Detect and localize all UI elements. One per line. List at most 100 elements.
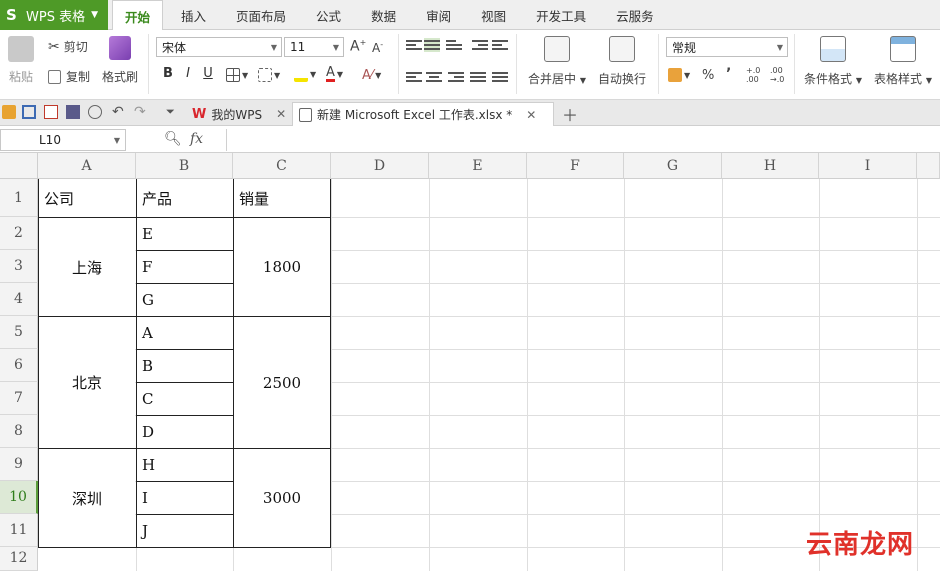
align-center-icon[interactable]	[426, 70, 442, 84]
cell-product[interactable]: I	[137, 482, 232, 514]
cell-product[interactable]: B	[137, 350, 232, 382]
align-middle-icon[interactable]	[424, 38, 440, 52]
close-icon[interactable]: ✕	[526, 108, 536, 122]
row-header-8[interactable]: 8	[0, 415, 38, 448]
number-format-select[interactable]: 常规 ▼	[666, 37, 788, 57]
distributed-icon[interactable]	[492, 70, 508, 84]
insert-function-button[interactable]: fx	[190, 131, 203, 147]
cell-company-shenzhen[interactable]: 深圳	[39, 449, 135, 547]
increase-font-button[interactable]: A+	[350, 38, 366, 55]
column-header-h[interactable]: H	[722, 153, 819, 179]
row-header-2[interactable]: 2	[0, 217, 38, 250]
column-header-c[interactable]: C	[233, 153, 331, 179]
decrease-indent-icon[interactable]	[472, 38, 488, 52]
row-header-11[interactable]: 11	[0, 514, 38, 547]
align-top-icon[interactable]	[406, 38, 422, 52]
tab-developer[interactable]: 开发工具	[524, 0, 598, 30]
print-preview-icon[interactable]	[88, 105, 102, 119]
cell-product[interactable]: E	[137, 218, 232, 250]
column-header-partial[interactable]	[917, 153, 940, 179]
copy-button[interactable]: 复制	[48, 68, 90, 85]
cell-sales-shanghai[interactable]: 1800	[234, 218, 330, 316]
row-header-3[interactable]: 3	[0, 250, 38, 283]
font-size-select[interactable]: 11 ▼	[284, 37, 344, 57]
cell-product[interactable]: C	[137, 383, 232, 415]
column-header-g[interactable]: G	[624, 153, 722, 179]
cell-company-shanghai[interactable]: 上海	[39, 218, 135, 316]
comma-button[interactable]: ’	[726, 66, 731, 82]
cell-product[interactable]: H	[137, 449, 232, 481]
paste-button[interactable]: 粘贴	[8, 36, 34, 85]
cell-product[interactable]: D	[137, 416, 232, 448]
select-all-corner[interactable]	[0, 153, 38, 179]
cell-style-button[interactable]: ▼	[258, 68, 280, 82]
table-style-button[interactable]: 表格样式 ▼	[874, 36, 932, 87]
cell-a1[interactable]: 公司	[39, 180, 135, 216]
column-header-e[interactable]: E	[429, 153, 527, 179]
merge-center-button[interactable]: 合并居中 ▼	[528, 36, 586, 87]
tab-excel-workbook[interactable]: 新建 Microsoft Excel 工作表.xlsx * ✕	[292, 102, 554, 126]
cell-product[interactable]: A	[137, 317, 232, 349]
tab-page-layout[interactable]: 页面布局	[224, 0, 298, 30]
tab-data[interactable]: 数据	[359, 0, 408, 30]
increase-decimal-button[interactable]: +.0 .00	[746, 66, 760, 84]
currency-button[interactable]: ▼	[668, 68, 690, 82]
column-header-d[interactable]: D	[331, 153, 429, 179]
close-icon[interactable]: ✕	[276, 107, 286, 121]
open-folder-icon[interactable]	[2, 105, 16, 119]
undo-icon[interactable]: ↶	[112, 105, 126, 119]
column-header-a[interactable]: A	[38, 153, 136, 179]
cell-company-beijing[interactable]: 北京	[39, 317, 135, 448]
increase-indent-icon[interactable]	[492, 38, 508, 52]
align-bottom-icon[interactable]	[446, 38, 462, 52]
save-icon[interactable]	[22, 105, 36, 119]
row-header-5[interactable]: 5	[0, 316, 38, 349]
new-tab-button[interactable]: ＋	[556, 102, 584, 126]
underline-button[interactable]: U	[200, 66, 216, 84]
cell-sales-shenzhen[interactable]: 3000	[234, 449, 330, 547]
cell-b1[interactable]: 产品	[137, 180, 232, 216]
cell-product[interactable]: G	[137, 284, 232, 316]
decrease-font-button[interactable]: A-	[372, 40, 383, 55]
justify-icon[interactable]	[470, 70, 486, 84]
cell-c1[interactable]: 销量	[234, 180, 330, 216]
tab-cloud-service[interactable]: 云服务	[604, 0, 666, 30]
zoom-search-icon[interactable]: 🔍︎	[164, 131, 182, 147]
export-pdf-icon[interactable]	[44, 105, 58, 119]
font-color-button[interactable]: A ▼	[326, 66, 343, 82]
fill-color-button[interactable]: ▼	[294, 66, 316, 82]
italic-button[interactable]: I	[180, 66, 196, 84]
row-header-4[interactable]: 4	[0, 283, 38, 316]
cell-product[interactable]: F	[137, 251, 232, 283]
align-right-icon[interactable]	[448, 70, 464, 84]
column-header-i[interactable]: I	[819, 153, 917, 179]
redo-icon[interactable]: ↷	[134, 105, 148, 119]
column-header-f[interactable]: F	[527, 153, 624, 179]
bold-button[interactable]: B	[160, 66, 176, 84]
cell-product[interactable]: J	[137, 515, 232, 547]
tab-home[interactable]: 开始	[112, 0, 164, 31]
tab-formulas[interactable]: 公式	[304, 0, 353, 30]
clear-format-button[interactable]: A⁄ ▼	[362, 68, 381, 83]
decrease-decimal-button[interactable]: .00 →.0	[770, 66, 784, 84]
row-header-10[interactable]: 10	[0, 481, 38, 514]
print-icon[interactable]	[66, 105, 80, 119]
row-header-6[interactable]: 6	[0, 349, 38, 382]
borders-button[interactable]: ▼	[226, 68, 248, 82]
cut-button[interactable]: ✂ 剪切	[48, 38, 88, 55]
wrap-text-button[interactable]: 自动换行	[598, 36, 646, 87]
row-header-9[interactable]: 9	[0, 448, 38, 481]
row-header-12[interactable]: 12	[0, 547, 38, 571]
tab-my-wps[interactable]: W 我的WPS ✕	[186, 102, 292, 126]
customize-toolbar-icon[interactable]: ⏷	[166, 105, 180, 119]
font-name-select[interactable]: 宋体 ▼	[156, 37, 282, 57]
conditional-format-button[interactable]: 条件格式 ▼	[804, 36, 862, 87]
tab-view[interactable]: 视图	[469, 0, 518, 30]
row-header-7[interactable]: 7	[0, 382, 38, 415]
format-painter-button[interactable]: 格式刷	[102, 36, 138, 85]
row-header-1[interactable]: 1	[0, 179, 38, 217]
app-menu-button[interactable]: S WPS 表格 ▼	[0, 0, 108, 30]
formula-input[interactable]	[226, 129, 940, 151]
name-box[interactable]: L10 ▼	[0, 129, 126, 151]
percent-button[interactable]: %	[702, 68, 714, 83]
